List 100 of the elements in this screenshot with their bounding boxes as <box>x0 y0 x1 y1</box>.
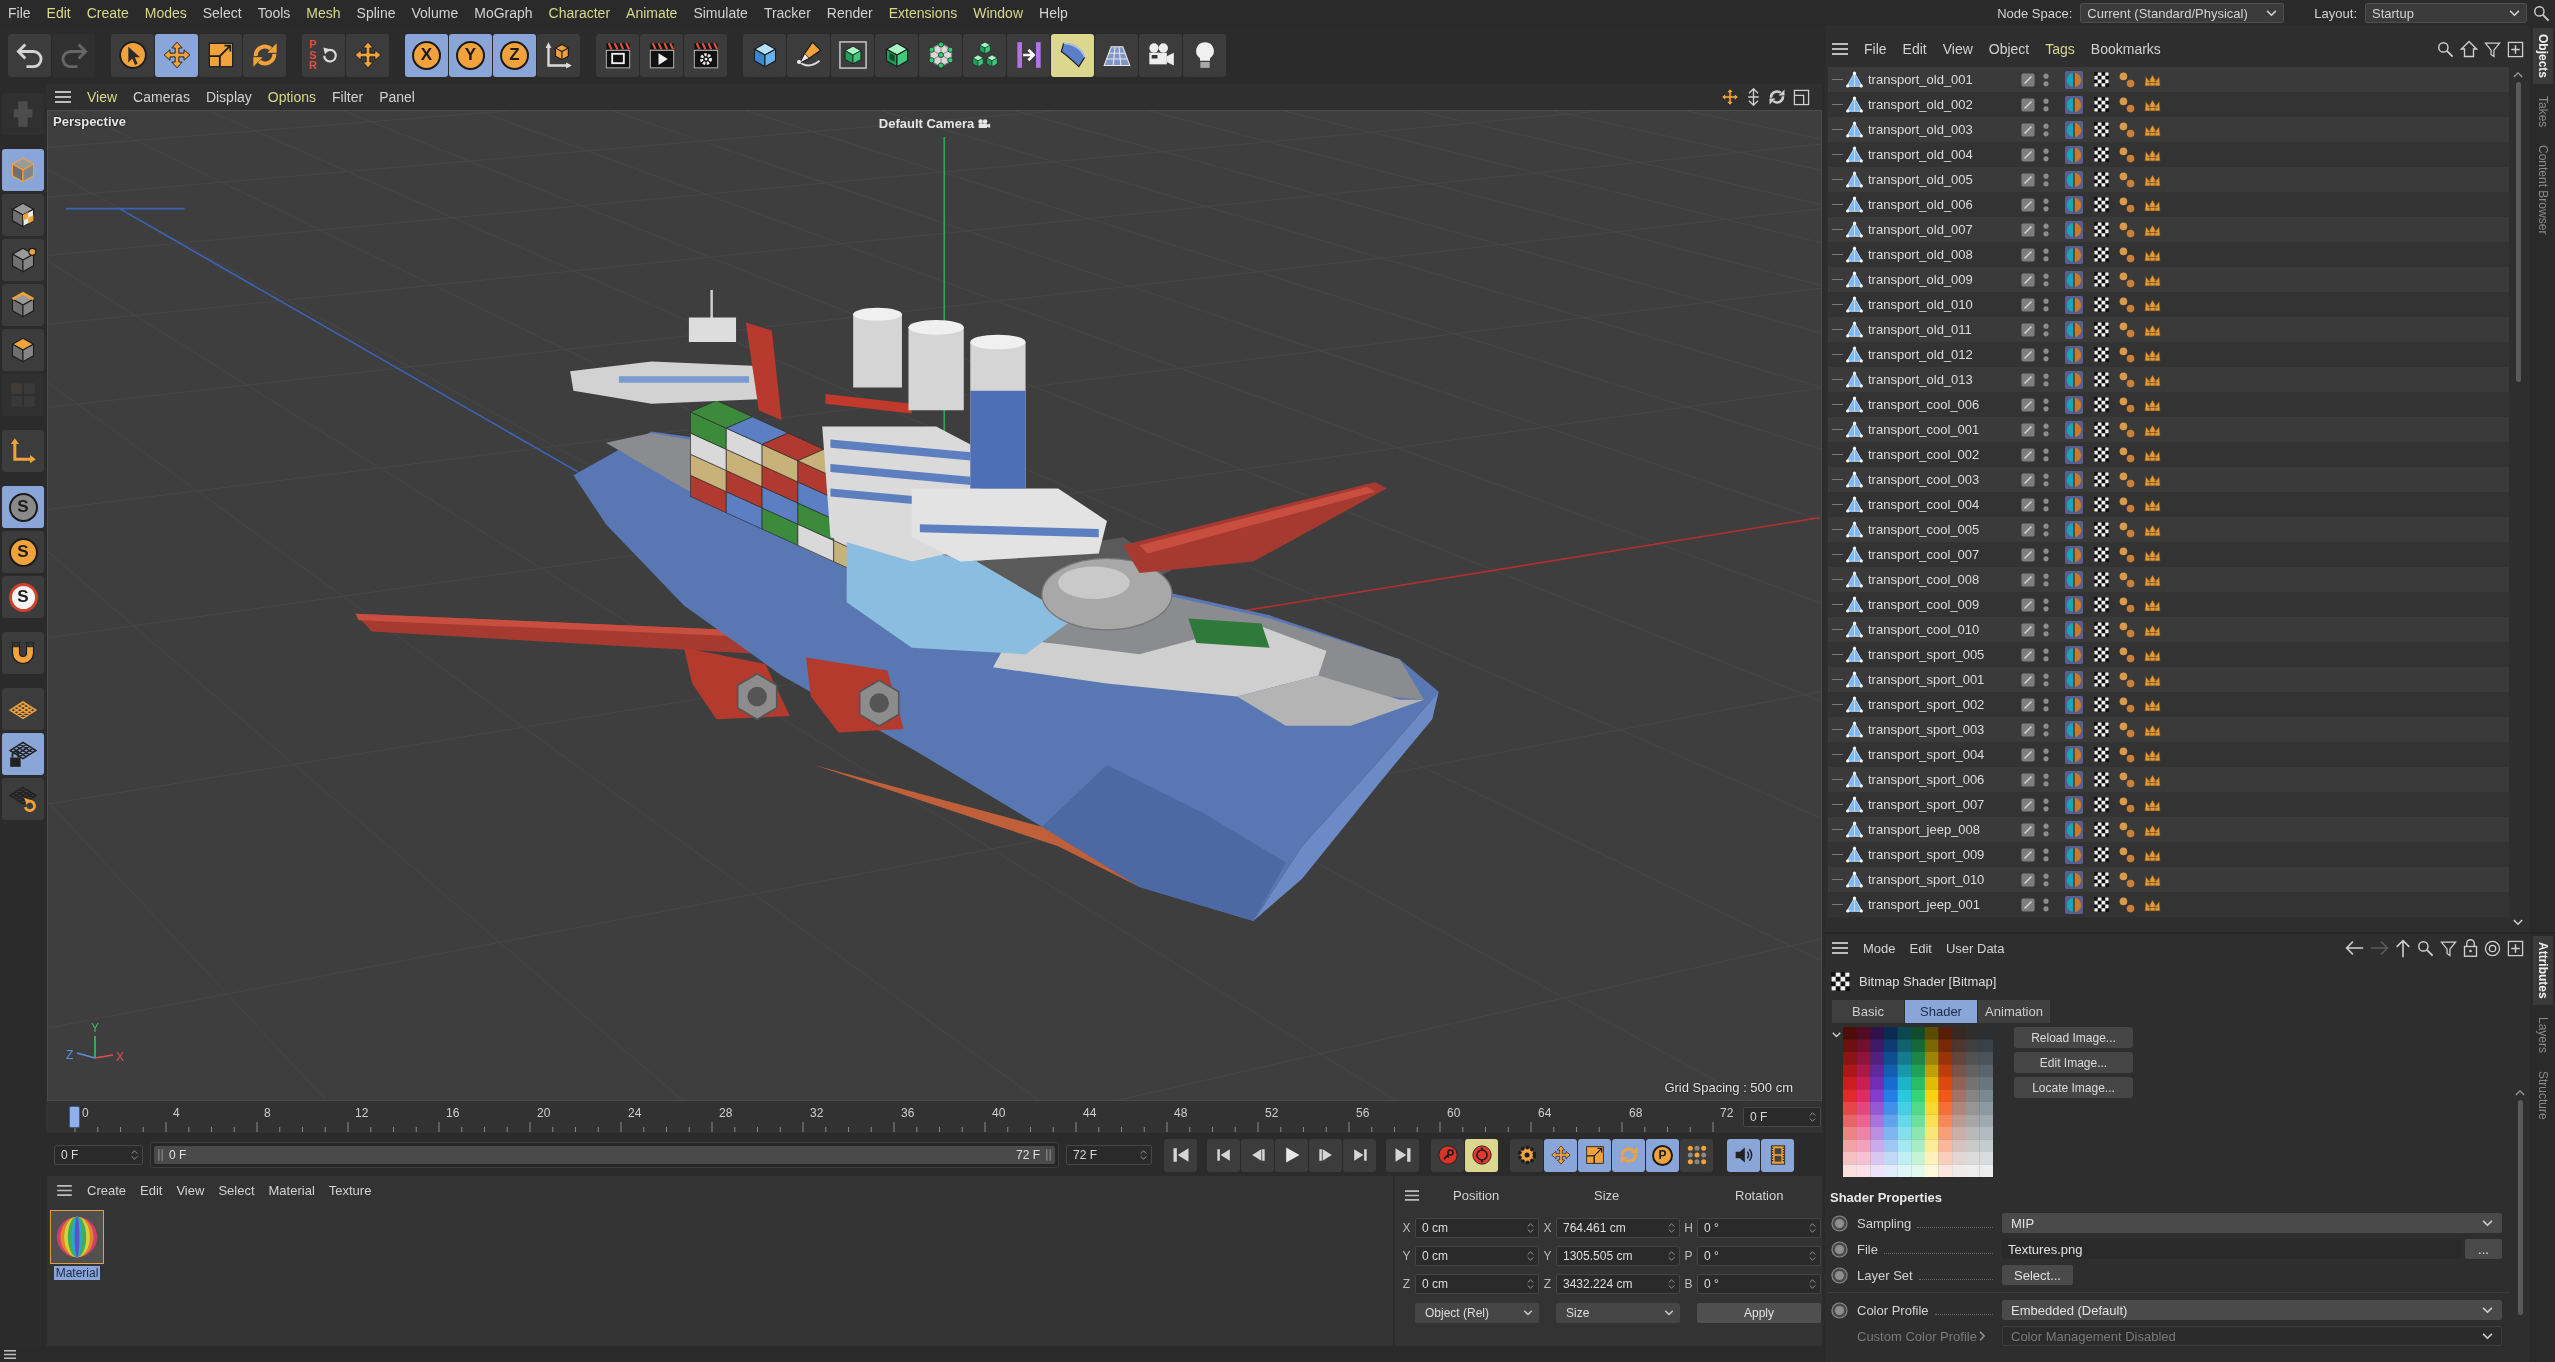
keyframe-circle-icon[interactable] <box>1831 1214 1848 1232</box>
material-tag-icon[interactable] <box>2065 170 2083 189</box>
attribute-menu-item[interactable]: User Data <box>1938 940 2012 956</box>
cube-point-button[interactable] <box>2 239 44 281</box>
add-panel-icon[interactable] <box>2507 939 2524 957</box>
search-icon[interactable] <box>2417 939 2434 957</box>
object-name[interactable]: transport_cool_003 <box>1868 472 2015 487</box>
chevron-down-icon[interactable] <box>1832 1032 1841 1038</box>
slash-square-icon[interactable] <box>2021 372 2035 387</box>
two-spheres-icon[interactable] <box>2119 296 2135 313</box>
layout-dropdown[interactable]: Startup <box>2365 3 2527 23</box>
menu-item[interactable]: Window <box>965 5 1031 21</box>
arrow-up-icon[interactable] <box>2395 938 2411 958</box>
checker-icon[interactable] <box>2094 122 2109 137</box>
visibility-dots-icon[interactable] <box>2043 697 2049 712</box>
play-button[interactable] <box>1275 1138 1308 1172</box>
step-back-button[interactable] <box>1241 1138 1274 1172</box>
checker-icon[interactable] <box>2094 747 2109 762</box>
cube-frame-button[interactable] <box>831 33 874 77</box>
scale-button[interactable] <box>1578 1138 1611 1172</box>
arrow-left-icon[interactable] <box>2345 940 2364 956</box>
crown-icon[interactable] <box>2144 447 2161 462</box>
visibility-dots-icon[interactable] <box>2043 647 2049 662</box>
two-spheres-icon[interactable] <box>2119 571 2135 588</box>
material-tag-icon[interactable] <box>2065 245 2083 264</box>
speaker-button[interactable] <box>1727 1138 1760 1172</box>
skip-forward-button[interactable] <box>1386 1138 1419 1172</box>
material-menu-item[interactable]: Select <box>211 1182 262 1198</box>
checker-icon[interactable] <box>2094 222 2109 237</box>
two-spheres-icon[interactable] <box>2119 371 2135 388</box>
slash-square-icon[interactable] <box>2021 847 2035 862</box>
slash-square-icon[interactable] <box>2021 697 2035 712</box>
checker-icon[interactable] <box>2094 897 2109 912</box>
material-tag-icon[interactable] <box>2065 145 2083 164</box>
clapper-play-button[interactable] <box>640 33 683 77</box>
visibility-dots-icon[interactable] <box>2043 122 2049 137</box>
film-strip-button[interactable] <box>1761 1138 1794 1172</box>
axis-lock-button[interactable]: X <box>405 33 448 77</box>
two-spheres-icon[interactable] <box>2119 121 2135 138</box>
visibility-dots-icon[interactable] <box>2043 597 2049 612</box>
object-name[interactable]: transport_jeep_001 <box>1868 897 2015 912</box>
apply-button[interactable]: Apply <box>1697 1303 1821 1323</box>
two-spheres-icon[interactable] <box>2119 221 2135 238</box>
object-name[interactable]: transport_cool_005 <box>1868 522 2015 537</box>
material-tag-icon[interactable] <box>2065 720 2083 739</box>
record-ring-button[interactable] <box>1465 1138 1498 1172</box>
object-name[interactable]: transport_old_009 <box>1868 272 2015 287</box>
object-row[interactable]: transport_old_003 <box>1828 117 2509 142</box>
material-tag-icon[interactable] <box>2065 495 2083 514</box>
two-spheres-icon[interactable] <box>2119 871 2135 888</box>
position-field[interactable]: 0 cm <box>1415 1218 1539 1238</box>
object-name[interactable]: transport_sport_005 <box>1868 647 2015 662</box>
object-menu-item[interactable]: Tags <box>2037 41 2083 57</box>
crown-icon[interactable] <box>2144 822 2161 837</box>
crown-icon[interactable] <box>2144 147 2161 162</box>
cursor-button[interactable] <box>111 33 154 77</box>
object-name[interactable]: transport_old_007 <box>1868 222 2015 237</box>
side-tab[interactable]: Objects <box>2532 28 2553 84</box>
snap-button[interactable]: S <box>2 576 44 618</box>
move-button[interactable] <box>155 33 198 77</box>
object-name[interactable]: transport_cool_006 <box>1868 397 2015 412</box>
parameter-key-button[interactable]: P <box>1646 1138 1679 1172</box>
viewport-menu-item[interactable]: View <box>79 89 126 105</box>
slash-square-icon[interactable] <box>2021 472 2035 487</box>
object-name[interactable]: transport_cool_007 <box>1868 547 2015 562</box>
object-row[interactable]: transport_sport_004 <box>1828 742 2509 767</box>
dot-grid-button[interactable] <box>1680 1138 1713 1172</box>
chevron-down-icon[interactable] <box>2513 919 2523 926</box>
crown-icon[interactable] <box>2144 597 2161 612</box>
keyframe-circle-icon[interactable] <box>1831 1301 1848 1319</box>
object-name[interactable]: transport_sport_002 <box>1868 697 2015 712</box>
object-name[interactable]: transport_sport_003 <box>1868 722 2015 737</box>
checker-icon[interactable] <box>2094 847 2109 862</box>
two-spheres-icon[interactable] <box>2119 421 2135 438</box>
material-swatch[interactable] <box>50 1210 104 1264</box>
menu-item[interactable]: Edit <box>38 5 79 21</box>
material-tag-icon[interactable] <box>2065 420 2083 439</box>
crown-icon[interactable] <box>2144 222 2161 237</box>
crown-icon[interactable] <box>2144 772 2161 787</box>
slash-square-icon[interactable] <box>2021 772 2035 787</box>
two-spheres-icon[interactable] <box>2119 821 2135 838</box>
material-tag-icon[interactable] <box>2065 545 2083 564</box>
slash-square-icon[interactable] <box>2021 397 2035 412</box>
menu-item[interactable]: Simulate <box>685 5 756 21</box>
visibility-dots-icon[interactable] <box>2043 272 2049 287</box>
cubes-button[interactable] <box>963 33 1006 77</box>
crown-icon[interactable] <box>2144 847 2161 862</box>
object-name[interactable]: transport_old_011 <box>1868 322 2015 337</box>
rotation-field[interactable]: 0 ° <box>1697 1246 1821 1266</box>
clapper-gear-button[interactable] <box>684 33 727 77</box>
crown-icon[interactable] <box>2144 97 2161 112</box>
crown-icon[interactable] <box>2144 372 2161 387</box>
checker-icon[interactable] <box>2094 497 2109 512</box>
side-tab[interactable]: Layers <box>2532 1010 2553 1059</box>
two-spheres-icon[interactable] <box>2119 346 2135 363</box>
visibility-dots-icon[interactable] <box>2043 472 2049 487</box>
object-name[interactable]: transport_sport_004 <box>1868 747 2015 762</box>
slash-square-icon[interactable] <box>2021 497 2035 512</box>
slash-square-icon[interactable] <box>2021 222 2035 237</box>
cube-button[interactable] <box>743 33 786 77</box>
